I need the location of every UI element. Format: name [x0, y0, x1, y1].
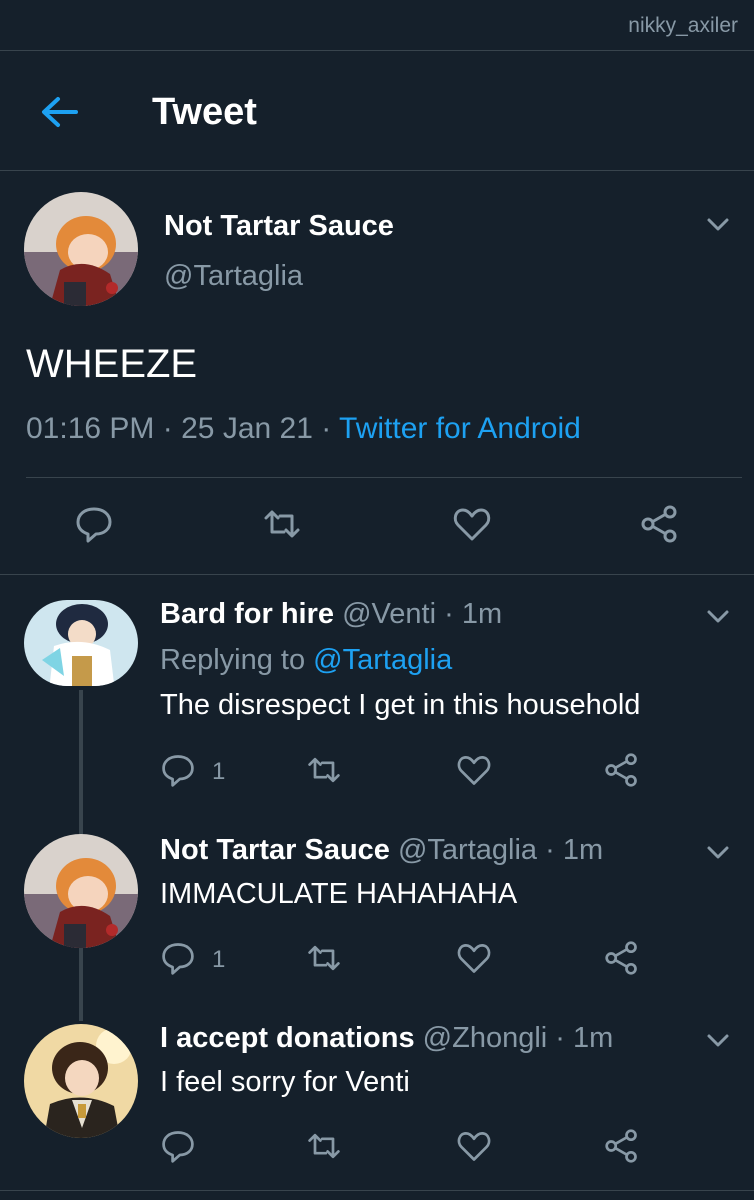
reply-header: Bard for hire @Venti · 1m [160, 598, 502, 631]
reply-time: 1m [573, 1022, 614, 1054]
retweet-icon[interactable] [306, 1128, 342, 1164]
header-bar [0, 52, 754, 170]
meta-separator: · [545, 834, 555, 866]
meta-separator: · [555, 1022, 565, 1054]
meta-divider [26, 477, 742, 478]
avatar-tartaglia[interactable] [24, 192, 138, 306]
reply-text: The disrespect I get in this household [160, 689, 641, 721]
like-icon[interactable] [456, 752, 492, 788]
reply-icon[interactable] [160, 1128, 196, 1164]
reply-header: Not Tartar Sauce @Tartaglia · 1m [160, 834, 603, 867]
replying-to-handle[interactable]: @Tartaglia [313, 644, 452, 676]
retweet-icon[interactable] [262, 504, 302, 544]
avatar-venti[interactable] [24, 600, 138, 686]
watermark: nikky_axiler [628, 14, 738, 37]
tweet-date: 25 Jan 21 [181, 412, 313, 445]
author-handle[interactable]: @Venti [342, 598, 436, 630]
reply-count: 1 [212, 946, 226, 973]
author-name[interactable]: Not Tartar Sauce [160, 834, 390, 866]
author-handle[interactable]: @Tartaglia [164, 260, 303, 293]
share-icon[interactable] [604, 1128, 640, 1164]
retweet-icon[interactable] [306, 752, 342, 788]
thread-line [79, 690, 83, 838]
author-handle[interactable]: @Tartaglia [398, 834, 537, 866]
bottom-divider [0, 1190, 754, 1191]
like-icon[interactable] [456, 940, 492, 976]
replying-to-label: Replying to [160, 644, 306, 676]
avatar-tartaglia[interactable] [24, 834, 138, 948]
reply-time: 1m [562, 834, 604, 866]
like-icon[interactable] [456, 1128, 492, 1164]
share-icon[interactable] [604, 940, 640, 976]
author-name[interactable]: I accept donations [160, 1022, 415, 1054]
chevron-down-icon[interactable] [704, 838, 732, 866]
page-title: Tweet [152, 91, 257, 133]
thread-line [79, 947, 83, 1021]
share-icon[interactable] [640, 504, 680, 544]
tweet-time: 01:16 PM [26, 412, 155, 445]
tweet-text: WHEEZE [26, 342, 198, 386]
meta-separator: · [444, 598, 454, 630]
tweet-source-link[interactable]: Twitter for Android [339, 412, 581, 445]
tweet-divider [0, 574, 754, 575]
meta-separator: · [321, 412, 332, 445]
like-icon[interactable] [452, 504, 492, 544]
author-name[interactable]: Not Tartar Sauce [164, 210, 394, 243]
reply-text: I feel sorry for Venti [160, 1066, 410, 1098]
reply-time: 1m [461, 598, 503, 630]
author-handle[interactable]: @Zhongli [423, 1022, 548, 1054]
reply-count: 1 [212, 758, 226, 785]
retweet-icon[interactable] [306, 940, 342, 976]
back-arrow-icon[interactable] [36, 88, 84, 136]
author-name[interactable]: Bard for hire [160, 598, 334, 630]
reply-text: IMMACULATE HAHAHAHA [160, 878, 518, 910]
avatar-zhongli[interactable] [24, 1024, 138, 1138]
reply-icon[interactable] [160, 752, 196, 788]
chevron-down-icon[interactable] [704, 602, 732, 630]
chevron-down-icon[interactable] [704, 210, 732, 238]
header-divider [0, 170, 754, 171]
replying-to: Replying to @Tartaglia [160, 644, 452, 677]
chevron-down-icon[interactable] [704, 1026, 732, 1054]
tweet-meta: 01:16 PM · 25 Jan 21 · Twitter for Andro… [26, 412, 581, 446]
top-divider [0, 50, 754, 51]
reply-icon[interactable] [160, 940, 196, 976]
reply-icon[interactable] [74, 504, 114, 544]
share-icon[interactable] [604, 752, 640, 788]
meta-separator: · [162, 412, 173, 445]
reply-header: I accept donations @Zhongli · 1m [160, 1022, 613, 1055]
